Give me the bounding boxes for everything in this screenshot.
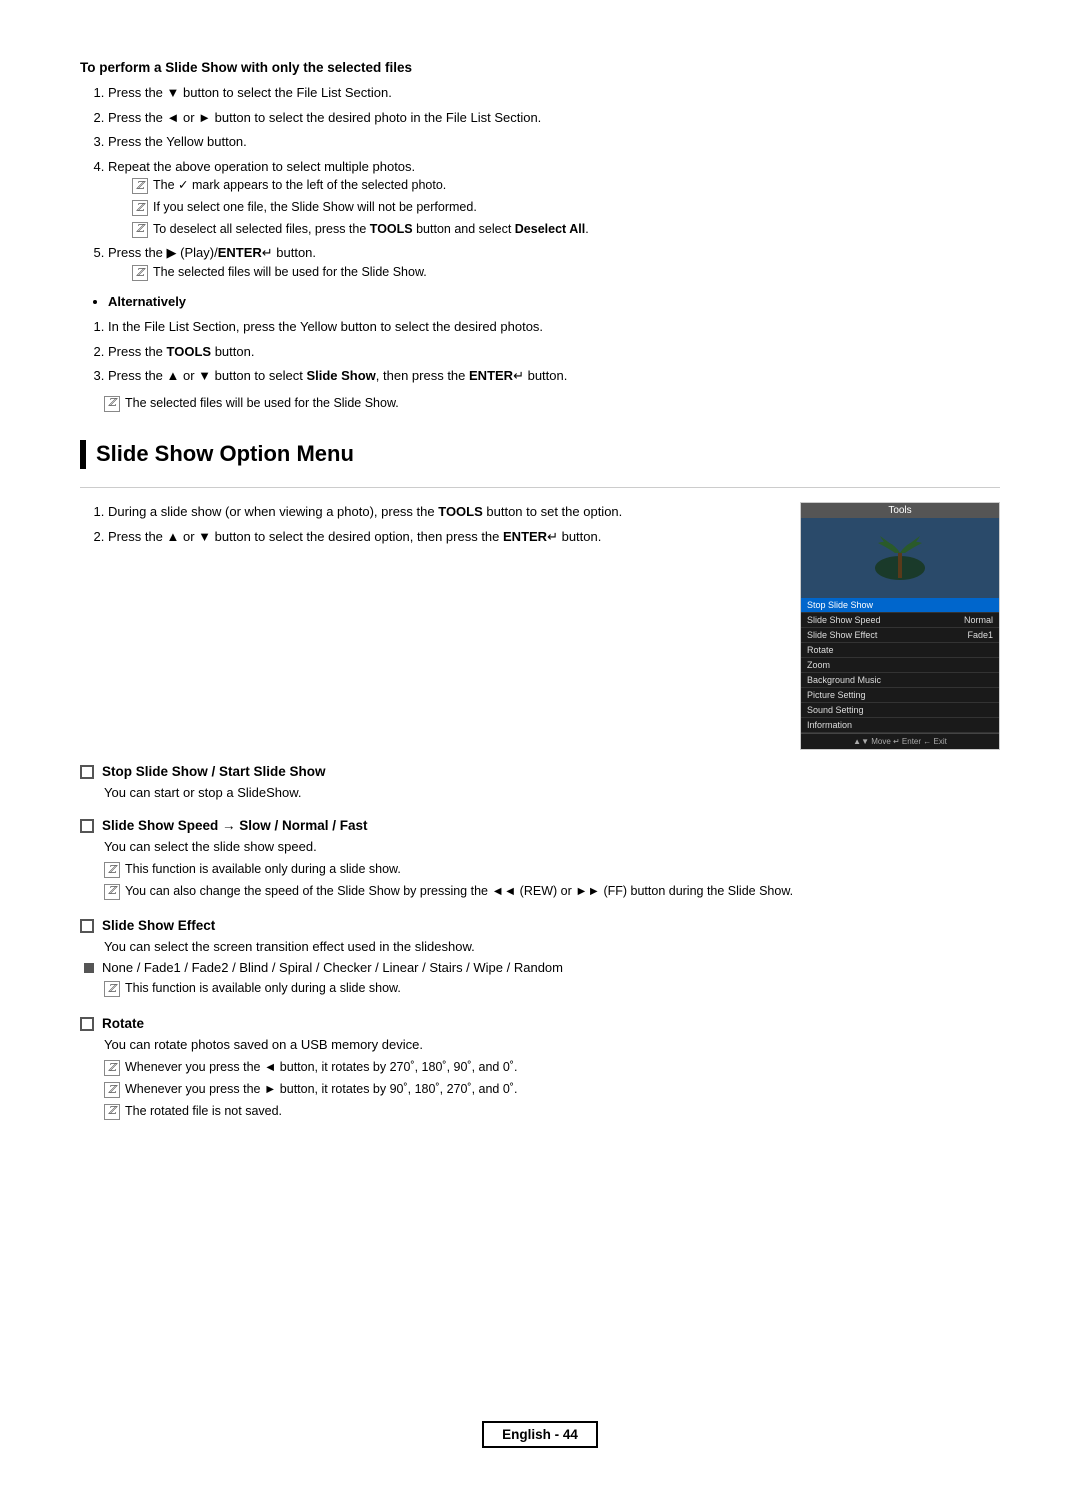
rotate-heading: Rotate (80, 1016, 1000, 1031)
intro-step-2: Press the ◄ or ► button to select the de… (108, 108, 1000, 128)
note-icon: ℤ (104, 981, 120, 997)
alt-step-3: Press the ▲ or ▼ button to select Slide … (108, 366, 1000, 386)
section-rotate: Rotate You can rotate photos saved on a … (80, 1016, 1000, 1120)
note-icon: ℤ (104, 396, 120, 412)
note-icon: ℤ (104, 884, 120, 900)
stop-slideshow-body: You can start or stop a SlideShow. (104, 785, 1000, 800)
checkbox-icon (80, 919, 94, 933)
note-step5-1: ℤ The selected files will be used for th… (132, 263, 1000, 282)
checkbox-icon (80, 765, 94, 779)
section-stop-slideshow: Stop Slide Show / Start Slide Show You c… (80, 764, 1000, 800)
rotate-label: Rotate (102, 1016, 144, 1031)
tools-menu-item-info: Information (801, 718, 999, 733)
alternatively-item: Alternatively (108, 292, 1000, 312)
slideshow-effect-heading: Slide Show Effect (80, 918, 1000, 933)
note-speed-1: ℤ This function is available only during… (104, 860, 1000, 879)
tools-menu-item-picsetting: Picture Setting (801, 688, 999, 703)
slideshow-effect-label: Slide Show Effect (102, 918, 215, 933)
note-icon: ℤ (104, 1104, 120, 1120)
note-speed-2: ℤ You can also change the speed of the S… (104, 882, 1000, 901)
section-slideshow-speed: Slide Show Speed → Slow / Normal / Fast … (80, 818, 1000, 901)
main-content-area: During a slide show (or when viewing a p… (80, 502, 1000, 750)
tools-menu-item-rotate: Rotate (801, 643, 999, 658)
note-icon: ℤ (132, 265, 148, 281)
note-step4-2: ℤ If you select one file, the Slide Show… (132, 198, 1000, 217)
note-icon: ℤ (104, 862, 120, 878)
intro-step-3: Press the Yellow button. (108, 132, 1000, 152)
main-step-1: During a slide show (or when viewing a p… (108, 502, 780, 522)
tools-menu-image: Tools Stop Slide Show Slide Show Spee (800, 502, 1000, 750)
note-step4-1: ℤ The ✓ mark appears to the left of the … (132, 176, 1000, 195)
slideshow-speed-label: Slide Show Speed → Slow / Normal / Fast (102, 818, 368, 833)
tools-menu-title: Tools (801, 503, 999, 518)
intro-step-5: Press the ▶ (Play)/ENTER↵ button. ℤ The … (108, 243, 1000, 281)
note-icon: ℤ (104, 1082, 120, 1098)
tools-menu-item-bgmusic: Background Music (801, 673, 999, 688)
slideshow-speed-heading: Slide Show Speed → Slow / Normal / Fast (80, 818, 1000, 833)
page-footer: English - 44 (0, 1421, 1080, 1448)
intro-heading: To perform a Slide Show with only the se… (80, 60, 1000, 75)
page-container: To perform a Slide Show with only the se… (0, 0, 1080, 1218)
intro-steps-list: Press the ▼ button to select the File Li… (108, 83, 1000, 282)
tools-menu-footer: ▲▼ Move ↵ Enter ← Exit (801, 733, 999, 749)
checkbox-icon (80, 819, 94, 833)
note-icon: ℤ (132, 178, 148, 194)
effect-options: None / Fade1 / Fade2 / Blind / Spiral / … (84, 960, 1000, 975)
section-title: Slide Show Option Menu (80, 440, 1000, 469)
stop-slideshow-heading: Stop Slide Show / Start Slide Show (80, 764, 1000, 779)
slideshow-effect-body: You can select the screen transition eff… (104, 939, 1000, 954)
alt-step-2: Press the TOOLS button. (108, 342, 1000, 362)
tools-menu-item-zoom: Zoom (801, 658, 999, 673)
stop-slideshow-label: Stop Slide Show / Start Slide Show (102, 764, 326, 779)
slideshow-speed-body: You can select the slide show speed. (104, 839, 1000, 854)
note-rotate-2: ℤ Whenever you press the ► button, it ro… (104, 1080, 1000, 1099)
effect-options-label: None / Fade1 / Fade2 / Blind / Spiral / … (102, 960, 563, 975)
footer-label: English - 44 (482, 1421, 598, 1448)
palm-tree-icon (870, 528, 930, 588)
checkbox-icon (80, 1017, 94, 1031)
note-rotate-3: ℤ The rotated file is not saved. (104, 1102, 1000, 1121)
tools-photo-preview (801, 518, 999, 598)
note-icon: ℤ (132, 222, 148, 238)
tools-menu-item-effect: Slide Show Effect Fade1 (801, 628, 999, 643)
note-icon: ℤ (132, 200, 148, 216)
main-step-2: Press the ▲ or ▼ button to select the de… (108, 527, 780, 547)
alt-note: ℤ The selected files will be used for th… (104, 394, 1000, 413)
alt-step-1: In the File List Section, press the Yell… (108, 317, 1000, 337)
intro-step-1: Press the ▼ button to select the File Li… (108, 83, 1000, 103)
section-slideshow-effect: Slide Show Effect You can select the scr… (80, 918, 1000, 998)
alt-steps-list: In the File List Section, press the Yell… (108, 317, 1000, 386)
main-steps-list: During a slide show (or when viewing a p… (108, 502, 780, 547)
tools-menu-list: Stop Slide Show Slide Show Speed Normal … (801, 598, 999, 733)
tools-menu-item-speed: Slide Show Speed Normal (801, 613, 999, 628)
square-bullet-icon (84, 963, 94, 973)
alternatively-list: Alternatively (108, 292, 1000, 312)
note-effect-1: ℤ This function is available only during… (104, 979, 1000, 998)
intro-step-4: Repeat the above operation to select mul… (108, 157, 1000, 239)
note-step4-3: ℤ To deselect all selected files, press … (132, 220, 1000, 239)
note-icon: ℤ (104, 1060, 120, 1076)
note-rotate-1: ℤ Whenever you press the ◄ button, it ro… (104, 1058, 1000, 1077)
tools-menu-item-stop: Stop Slide Show (801, 598, 999, 613)
tools-menu-item-soundsetting: Sound Setting (801, 703, 999, 718)
rotate-body: You can rotate photos saved on a USB mem… (104, 1037, 1000, 1052)
main-steps-col: During a slide show (or when viewing a p… (80, 502, 780, 555)
section-divider (80, 487, 1000, 488)
